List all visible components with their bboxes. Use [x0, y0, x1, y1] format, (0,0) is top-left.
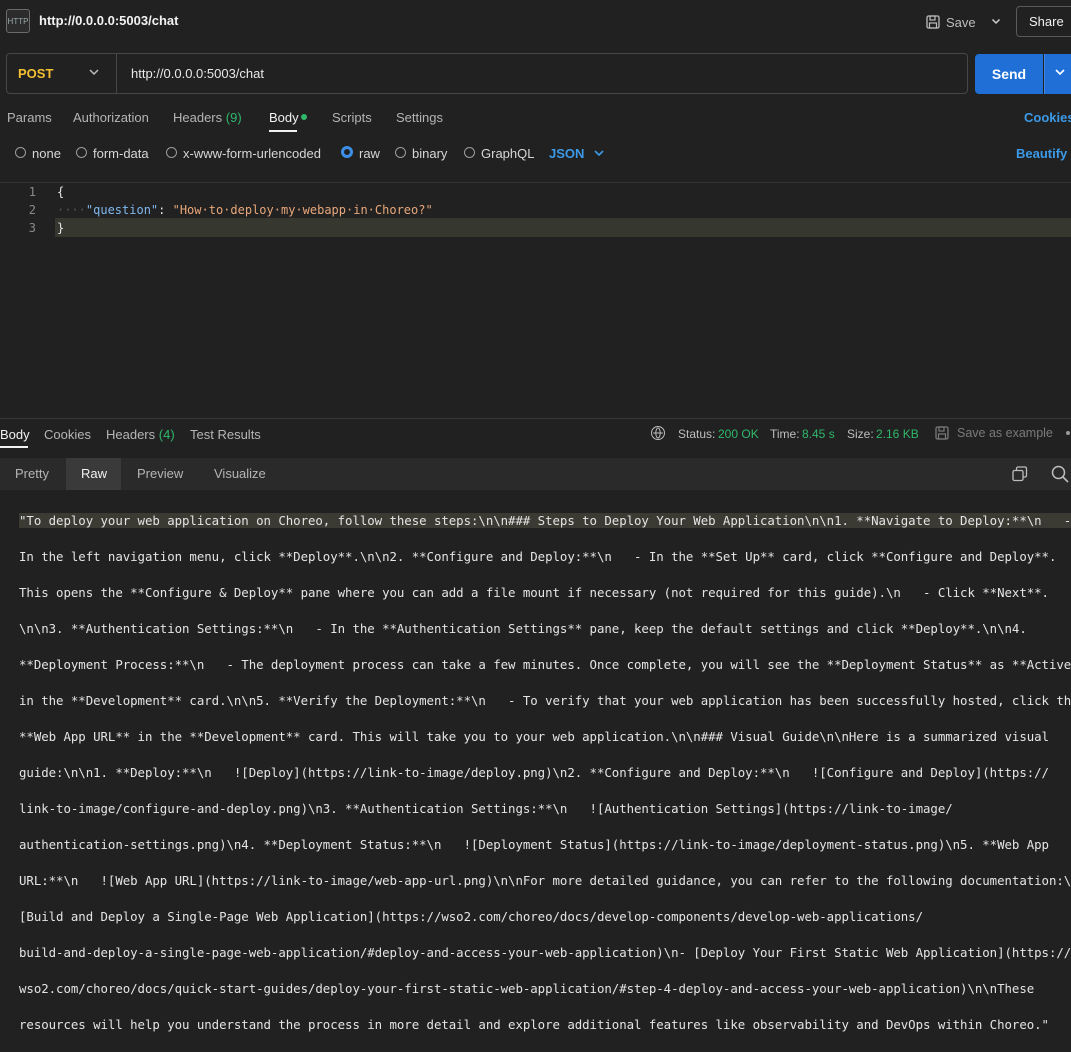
view-tab-raw[interactable]: Raw — [81, 466, 107, 481]
divider — [0, 418, 1071, 419]
response-line: authentication-settings.png)\n4. **Deplo… — [19, 837, 1049, 852]
body-modified-indicator — [301, 114, 307, 120]
active-tab-indicator — [269, 130, 297, 132]
radio-label-raw[interactable]: raw — [359, 146, 380, 161]
response-line: guide:\n\n1. **Deploy:**\n ![Deploy](htt… — [19, 765, 1049, 780]
response-line: **Deployment Process:**\n - The deployme… — [19, 657, 1071, 672]
response-body-raw[interactable]: "To deploy your web application on Chore… — [19, 494, 1071, 1052]
headers-count-badge: (9) — [225, 110, 242, 125]
send-options-chevron-icon[interactable] — [1044, 54, 1071, 94]
format-select[interactable]: JSON — [549, 146, 584, 161]
tab-headers-label: Headers — [173, 110, 223, 125]
response-line: "To deploy your web application on Chore… — [19, 512, 1071, 530]
tab-scripts[interactable]: Scripts — [332, 110, 372, 125]
save-options-chevron-icon[interactable] — [989, 11, 1003, 33]
tab-response-headers-label: Headers — [106, 427, 156, 442]
save-icon — [926, 15, 940, 29]
indent-guide: ···· — [57, 203, 86, 217]
active-tab-indicator — [0, 446, 28, 448]
radio-graphql[interactable] — [464, 147, 475, 158]
beautify-button[interactable]: Beautify — [1016, 146, 1067, 161]
view-tab-pretty[interactable]: Pretty — [15, 466, 49, 481]
save-label: Save — [946, 14, 976, 30]
response-line: in the **Development** card.\n\n5. **Ver… — [19, 693, 1071, 708]
response-line: **Web App URL** in the **Development** c… — [19, 729, 1049, 744]
tab-response-body[interactable]: Body — [0, 427, 30, 442]
current-line-highlight — [55, 218, 1071, 237]
method-select[interactable]: POST — [18, 66, 53, 81]
code-line: } — [57, 221, 65, 235]
response-line: link-to-image/configure-and-deploy.png)\… — [19, 801, 953, 816]
view-tab-preview[interactable]: Preview — [137, 466, 183, 481]
tab-headers[interactable]: Headers (9) — [173, 110, 242, 125]
copy-icon[interactable] — [1012, 466, 1028, 482]
response-line-text: "To deploy your web application on Chore… — [19, 513, 1071, 528]
tab-body[interactable]: Body — [269, 110, 299, 125]
code-line: { — [57, 185, 65, 199]
size-label: Size: — [847, 427, 874, 441]
code-line: ····"question": "How·to·deploy·my·webapp… — [57, 203, 433, 217]
response-line: wso2.com/choreo/docs/quick-start-guides/… — [19, 981, 1035, 996]
radio-form-data[interactable] — [76, 147, 87, 158]
save-as-example-label: Save as example — [957, 426, 1053, 440]
response-line: \n\n3. **Authentication Settings:**\n - … — [19, 621, 1027, 636]
radio-binary[interactable] — [395, 147, 406, 158]
tab-test-results[interactable]: Test Results — [190, 427, 261, 442]
request-tab-title[interactable]: http://0.0.0.0:5003/chat — [39, 13, 178, 28]
response-line: resources will help you understand the p… — [19, 1017, 1049, 1032]
tab-settings[interactable]: Settings — [396, 110, 443, 125]
line-number: 2 — [28, 203, 36, 217]
radio-label-binary[interactable]: binary — [412, 146, 447, 161]
json-key: "question" — [85, 203, 159, 217]
line-number: 1 — [28, 185, 36, 199]
response-line: URL:**\n ![Web App URL](https://link-to-… — [19, 873, 1071, 888]
radio-raw[interactable] — [341, 146, 353, 158]
status-label: Status: — [678, 427, 716, 441]
line-number: 3 — [28, 221, 36, 235]
time-label: Time: — [770, 427, 800, 441]
size-value[interactable]: 2.16 KB — [876, 427, 919, 441]
chevron-down-icon[interactable] — [593, 145, 605, 164]
tab-response-cookies[interactable]: Cookies — [44, 427, 91, 442]
json-colon: : — [158, 203, 173, 217]
cookies-link[interactable]: Cookies — [1024, 110, 1071, 125]
tab-authorization[interactable]: Authorization — [73, 110, 149, 125]
response-line: In the left navigation menu, click **Dep… — [19, 549, 1057, 564]
response-line: [Build and Deploy a Single-Page Web Appl… — [19, 909, 923, 924]
radio-label-x-www-form-urlencoded[interactable]: x-www-form-urlencoded — [183, 146, 321, 161]
radio-label-none[interactable]: none — [32, 146, 61, 161]
url-input[interactable]: http://0.0.0.0:5003/chat — [131, 66, 264, 81]
save-button[interactable]: Save — [926, 11, 976, 33]
response-line: build-and-deploy-a-single-page-web-appli… — [19, 945, 1071, 960]
json-string-value: "How·to·deploy·my·webapp·in·Choreo?" — [172, 203, 433, 217]
radio-x-www-form-urlencoded[interactable] — [166, 147, 177, 158]
radio-label-form-data[interactable]: form-data — [93, 146, 149, 161]
globe-icon[interactable] — [651, 426, 665, 440]
view-tab-visualize[interactable]: Visualize — [214, 466, 266, 481]
search-icon[interactable] — [1051, 465, 1069, 486]
chevron-down-icon[interactable] — [88, 64, 100, 83]
response-headers-count-badge: (4) — [158, 427, 175, 442]
tab-response-headers[interactable]: Headers (4) — [106, 427, 175, 442]
share-button[interactable]: Share — [1016, 6, 1071, 37]
time-value[interactable]: 8.45 s — [802, 427, 835, 441]
tab-params[interactable]: Params — [7, 110, 52, 125]
radio-label-graphql[interactable]: GraphQL — [481, 146, 534, 161]
http-request-icon: HTTP — [6, 9, 30, 33]
send-button[interactable]: Send — [975, 54, 1043, 94]
radio-none[interactable] — [15, 147, 26, 158]
more-options-icon[interactable] — [1066, 431, 1070, 435]
save-as-example-button[interactable]: Save as example — [935, 426, 1053, 440]
save-icon — [935, 426, 949, 440]
divider — [116, 54, 117, 93]
response-line: This opens the **Configure & Deploy** pa… — [19, 585, 1049, 600]
status-value[interactable]: 200 OK — [718, 427, 759, 441]
